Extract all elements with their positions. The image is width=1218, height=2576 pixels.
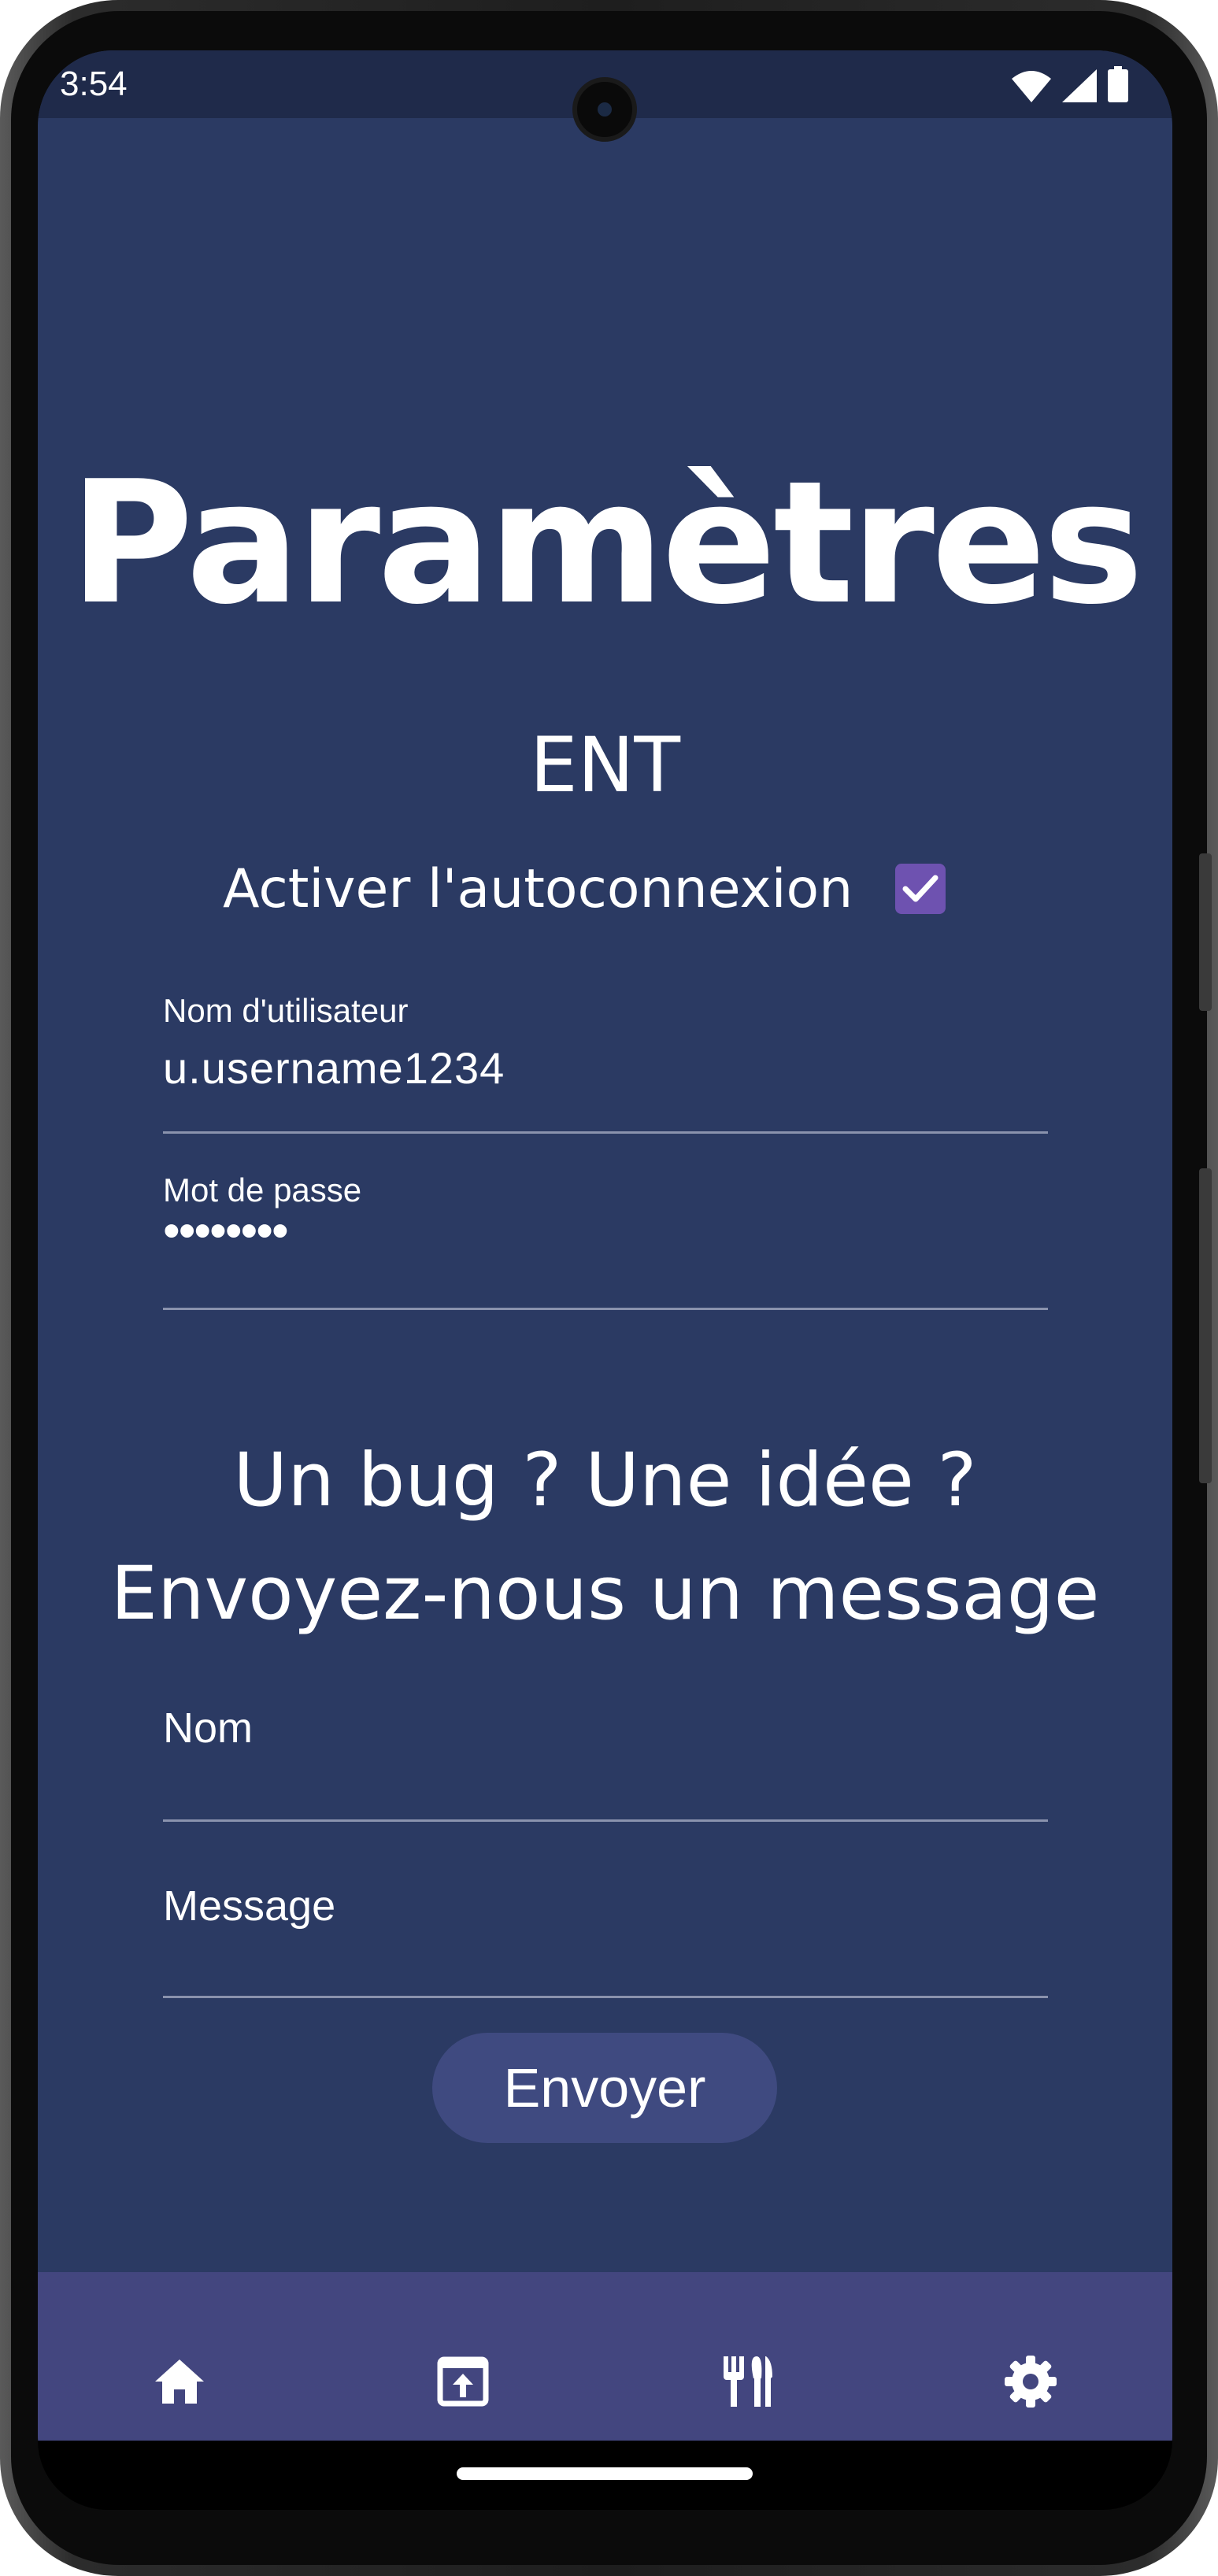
front-camera	[572, 77, 637, 142]
autoconnect-row: Activer l'autoconnexion	[223, 853, 946, 924]
feedback-heading-line1: Un bug ? Une idée ?	[233, 1438, 977, 1523]
screen: 3:54 Paramètres ENT Activer l'autoconnex…	[38, 50, 1172, 2510]
open-in-app-icon	[437, 2356, 489, 2407]
section-heading-ent: ENT	[529, 721, 681, 809]
home-icon	[155, 2359, 205, 2404]
status-icons	[1012, 66, 1128, 102]
home-indicator[interactable]	[457, 2467, 753, 2480]
autoconnect-label: Activer l'autoconnexion	[223, 857, 853, 920]
restaurant-icon	[723, 2356, 772, 2407]
username-value[interactable]: u.username1234	[163, 1042, 505, 1094]
battery-icon	[1108, 66, 1128, 102]
settings-gear-icon	[1004, 2356, 1057, 2408]
name-label: Nom	[163, 1704, 254, 1752]
side-button	[1199, 1168, 1212, 1483]
side-button	[1199, 853, 1212, 1011]
feedback-heading: Un bug ? Une idée ? Envoyez-nous un mess…	[38, 1424, 1172, 1651]
feedback-heading-line2: Envoyez-nous un message	[110, 1551, 1100, 1637]
message-label: Message	[163, 1882, 336, 1930]
send-button[interactable]: Envoyer	[432, 2033, 777, 2143]
password-value[interactable]: ••••••••	[163, 1203, 289, 1259]
username-field[interactable]: Nom d'utilisateur u.username1234	[163, 979, 1048, 1134]
autoconnect-checkbox[interactable]	[895, 864, 946, 914]
username-label: Nom d'utilisateur	[163, 992, 409, 1029]
password-field[interactable]: Mot de passe ••••••••	[163, 1153, 1048, 1310]
name-field[interactable]: Nom	[163, 1672, 1048, 1822]
check-icon	[902, 875, 938, 902]
wifi-icon	[1012, 71, 1051, 102]
message-field[interactable]: Message	[163, 1850, 1048, 1998]
page-title: Paramètres	[69, 444, 1143, 642]
signal-icon	[1062, 69, 1097, 102]
status-time: 3:54	[60, 65, 128, 103]
